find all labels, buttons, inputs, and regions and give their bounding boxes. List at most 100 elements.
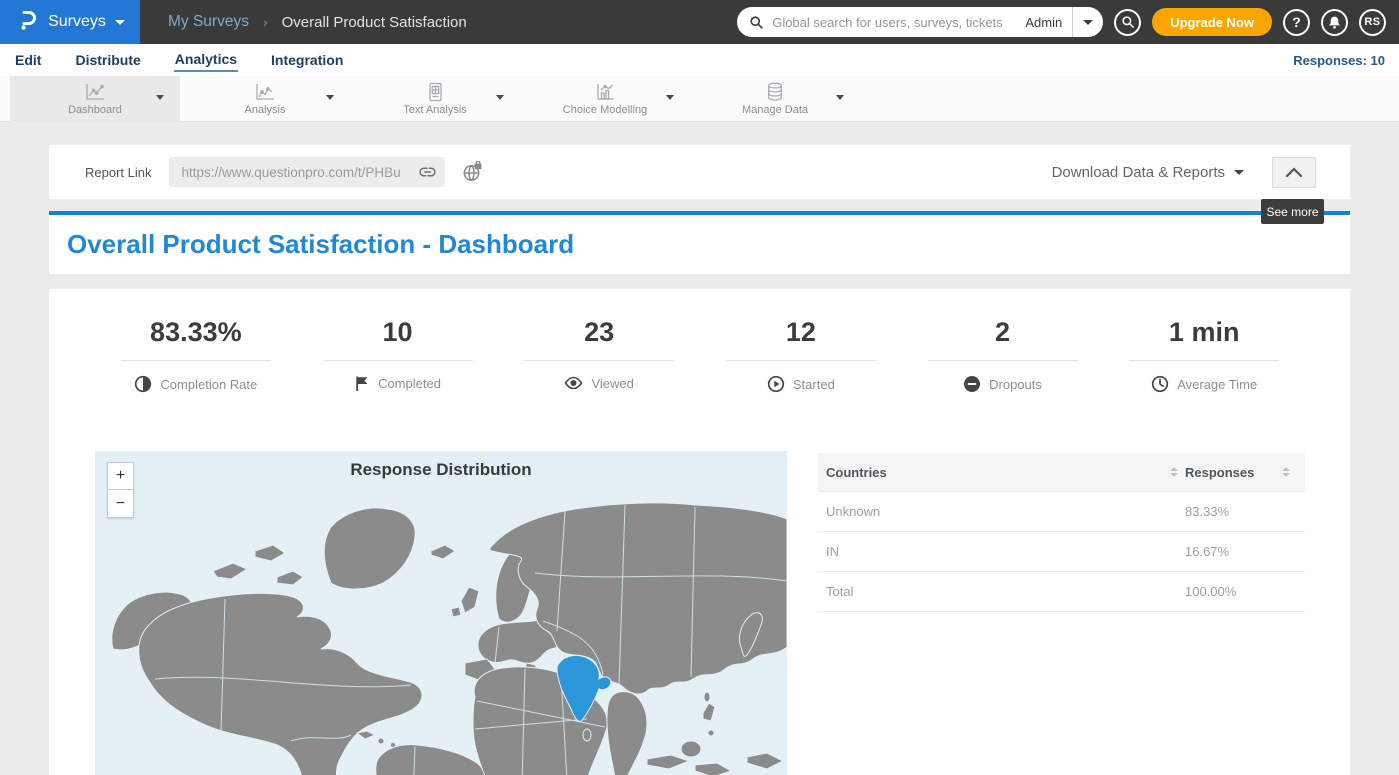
stat-value: 12 (700, 317, 902, 348)
nav-tab-integration[interactable]: Integration (270, 49, 344, 71)
tool-tab-text-analysis[interactable]: Text Analysis (350, 76, 520, 122)
stat-label: Started (793, 377, 835, 392)
divider (726, 360, 876, 361)
tool-tab-label: Dashboard (68, 104, 122, 116)
sort-icon[interactable] (1275, 467, 1297, 477)
tool-tab-label: Analysis (245, 104, 286, 116)
dashboard-title-card: Overall Product Satisfaction - Dashboard (49, 211, 1350, 274)
sort-icon[interactable] (1163, 467, 1185, 477)
link-icon[interactable] (418, 163, 437, 181)
breadcrumb-my-surveys[interactable]: My Surveys (168, 13, 249, 31)
product-name: Surveys (48, 13, 106, 31)
avatar[interactable]: RS (1359, 9, 1386, 36)
global-search-input[interactable] (772, 15, 1019, 30)
tool-tab-choice-modelling[interactable]: Choice Modelling (520, 76, 690, 122)
half-pie-icon (134, 375, 152, 393)
stat-label: Completed (378, 376, 441, 391)
stat-value: 2 (902, 317, 1104, 348)
stat-label: Dropouts (989, 377, 1042, 392)
divider (323, 360, 473, 361)
country-cell: Unknown (826, 504, 1185, 519)
table-row: Unknown 83.33% (818, 492, 1305, 532)
responses-cell: 83.33% (1185, 504, 1297, 519)
report-url-field[interactable] (169, 157, 445, 187)
survey-nav: Edit Distribute Analytics Integration Re… (0, 44, 1399, 76)
global-search[interactable]: Admin (737, 7, 1103, 37)
globe-privacy-icon[interactable] (461, 161, 484, 184)
stat-average-time: 1 min Average Time (1103, 317, 1305, 393)
divider (928, 360, 1078, 361)
tab-dropdown-icon[interactable] (666, 95, 674, 100)
nav-tab-edit[interactable]: Edit (14, 49, 42, 71)
tool-tab-label: Manage Data (742, 104, 808, 116)
eye-icon (564, 375, 583, 391)
minus-circle-icon (963, 375, 981, 393)
table-header: Countries Responses (818, 453, 1305, 492)
world-map[interactable] (95, 451, 787, 775)
flag-icon (354, 375, 370, 392)
stat-label: Viewed (591, 376, 633, 391)
country-cell: Total (826, 584, 1185, 599)
map-zoom-in-button[interactable]: + (107, 462, 134, 490)
stat-value: 23 (498, 317, 700, 348)
tab-dropdown-icon[interactable] (836, 95, 844, 100)
responses-cell: 16.67% (1185, 544, 1297, 559)
chevron-down-icon (115, 20, 125, 25)
tool-tab-manage-data[interactable]: Manage Data (690, 76, 860, 122)
response-distribution-map[interactable]: Response Distribution + − (95, 451, 787, 775)
play-circle-icon (767, 375, 785, 393)
line-chart-icon (253, 82, 277, 102)
divider (1129, 360, 1279, 361)
chevron-down-icon (1234, 170, 1244, 175)
notifications-button[interactable] (1321, 9, 1348, 36)
table-row: Total 100.00% (818, 572, 1305, 612)
map-zoom-controls: + − (107, 462, 134, 518)
search-scope-admin[interactable]: Admin (1019, 15, 1072, 30)
table-row: IN 16.67% (818, 532, 1305, 572)
tool-tab-label: Text Analysis (403, 104, 467, 116)
report-url-input[interactable] (181, 165, 418, 180)
map-zoom-out-button[interactable]: − (107, 490, 134, 518)
column-header-responses[interactable]: Responses (1185, 465, 1275, 480)
question-mark-icon: ? (1292, 14, 1301, 30)
search-scope-dropdown[interactable] (1073, 7, 1103, 37)
analytics-toolbar: Dashboard Analysis Text Analysis Choice … (0, 76, 1399, 122)
tool-tab-analysis[interactable]: Analysis (180, 76, 350, 122)
column-header-countries[interactable]: Countries (826, 465, 1163, 480)
tool-tab-label: Choice Modelling (563, 104, 647, 116)
download-label: Download Data & Reports (1052, 164, 1225, 181)
countries-table: Countries Responses Unknown 83.33% IN 16… (818, 453, 1305, 612)
tab-dropdown-icon[interactable] (496, 95, 504, 100)
responses-count: Responses: 10 (1293, 53, 1385, 68)
dashboard-body: 83.33% Completion Rate 10 Completed 23 (49, 289, 1350, 775)
topbar: Surveys My Surveys › Overall Product Sat… (0, 0, 1399, 44)
see-more-toggle-button[interactable] (1272, 157, 1316, 188)
report-link-bar: Report Link Download Data & Reports (49, 145, 1350, 199)
stat-label: Completion Rate (160, 377, 257, 392)
map-title: Response Distribution (95, 460, 787, 480)
app-logo-surveys-menu[interactable]: Surveys (0, 0, 140, 44)
tool-tab-dashboard[interactable]: Dashboard (10, 76, 180, 122)
upgrade-now-button[interactable]: Upgrade Now (1152, 8, 1272, 36)
country-cell: IN (826, 544, 1185, 559)
help-button[interactable]: ? (1283, 9, 1310, 36)
stat-label: Average Time (1177, 377, 1257, 392)
tab-dropdown-icon[interactable] (326, 95, 334, 100)
download-data-reports-menu[interactable]: Download Data & Reports (1052, 164, 1244, 181)
nav-tab-analytics[interactable]: Analytics (174, 48, 238, 72)
search-icon (749, 15, 764, 30)
nav-tab-distribute[interactable]: Distribute (74, 49, 141, 71)
breadcrumb-current-survey: Overall Product Satisfaction (282, 14, 467, 31)
line-chart-icon (83, 82, 107, 102)
report-link-label: Report Link (85, 165, 151, 180)
clock-icon (1151, 375, 1169, 393)
search-button[interactable] (1114, 9, 1141, 36)
divider (121, 360, 271, 361)
stat-started: 12 Started (700, 317, 902, 393)
page-title: Overall Product Satisfaction - Dashboard (49, 215, 1350, 260)
breadcrumb-separator: › (263, 14, 268, 30)
responses-cell: 100.00% (1185, 584, 1297, 599)
tab-dropdown-icon[interactable] (156, 95, 164, 100)
stat-completion-rate: 83.33% Completion Rate (95, 317, 297, 393)
stat-dropouts: 2 Dropouts (902, 317, 1104, 393)
